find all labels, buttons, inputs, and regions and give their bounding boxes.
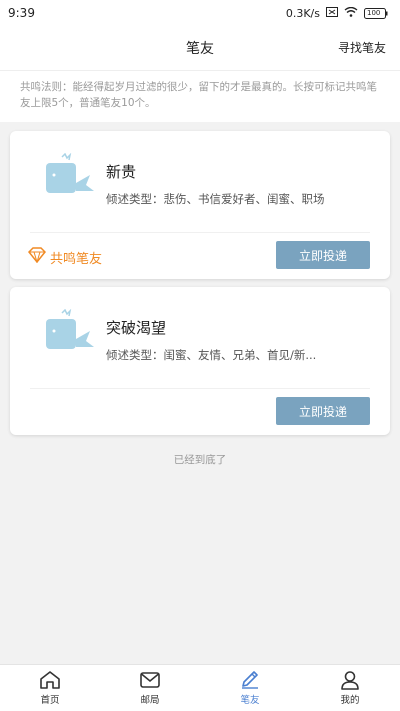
network-speed: 0.3K/s — [285, 6, 320, 20]
deliver-now-button[interactable]: 立即投递 — [276, 241, 370, 269]
battery-level: 100 — [367, 8, 381, 17]
tab-profile[interactable]: 我的 — [300, 665, 400, 711]
diamond-icon — [27, 247, 47, 267]
find-penpal-link[interactable]: 寻找笔友 — [338, 39, 386, 56]
mail-icon — [139, 670, 161, 690]
divider — [30, 232, 370, 233]
deliver-now-button[interactable]: 立即投递 — [276, 397, 370, 425]
header: 笔友 寻找笔友 — [0, 26, 400, 70]
status-bar: 9:39 0.3K/s 100 — [0, 0, 400, 26]
whale-avatar-icon — [32, 152, 98, 203]
page-title: 笔友 — [186, 41, 214, 57]
badge-label: 共鸣笔友 — [50, 251, 103, 267]
divider — [30, 388, 370, 389]
user-icon — [339, 670, 361, 690]
penpal-types: 倾述类型：闺蜜、友情、兄弟、首见/新... — [106, 348, 317, 362]
penpal-card[interactable]: 突破渴望 倾述类型：闺蜜、友情、兄弟、首见/新... 立即投递 — [10, 287, 390, 435]
tab-home[interactable]: 首页 — [0, 665, 100, 711]
status-indicators: 0.3K/s 100 — [285, 6, 388, 20]
home-icon — [39, 670, 61, 690]
penpal-types: 倾述类型：悲伤、书信爱好者、闺蜜、职场 — [106, 192, 325, 206]
bottom-tab-bar: 首页 邮局 笔友 我的 — [0, 664, 400, 711]
notice-text: 共鸣法则：能经得起岁月过滤的很少，留下的才是最真的。长按可标记共鸣笔友上限5个，… — [0, 70, 400, 122]
battery-icon: 100 — [364, 7, 388, 19]
sim-icon — [326, 6, 338, 20]
penpal-name: 突破渴望 — [106, 319, 167, 337]
end-of-list-text: 已经到底了 — [173, 454, 227, 466]
penpal-card[interactable]: 新贵 倾述类型：悲伤、书信爱好者、闺蜜、职场 共鸣笔友 立即投递 — [10, 131, 390, 279]
wifi-icon — [344, 6, 358, 20]
resonance-badge: 共鸣笔友 — [27, 247, 103, 267]
pen-icon — [239, 670, 261, 690]
tab-label: 首页 — [40, 695, 60, 706]
tab-post-office[interactable]: 邮局 — [100, 665, 200, 711]
status-time: 9:39 — [8, 6, 35, 20]
penpal-name: 新贵 — [106, 163, 137, 181]
tab-label: 我的 — [340, 695, 360, 706]
tab-label: 邮局 — [140, 695, 160, 706]
tab-label: 笔友 — [240, 695, 260, 706]
tab-penpals[interactable]: 笔友 — [200, 665, 300, 711]
whale-avatar-icon — [32, 308, 98, 359]
